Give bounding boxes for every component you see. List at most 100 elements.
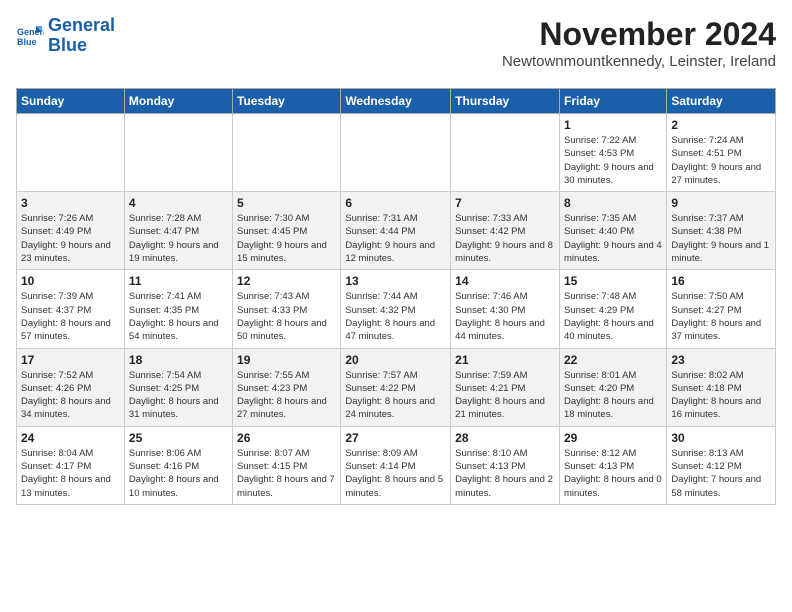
day-number: 20 [345, 353, 446, 367]
table-row: 30 Sunrise: 8:13 AM Sunset: 4:12 PM Dayli… [667, 426, 776, 504]
logo: General Blue General Blue [16, 16, 115, 56]
col-saturday: Saturday [667, 89, 776, 114]
day-info: Sunrise: 8:13 AM Sunset: 4:12 PM Dayligh… [671, 447, 771, 500]
day-number: 28 [455, 431, 555, 445]
table-row: 4 Sunrise: 7:28 AM Sunset: 4:47 PM Daylig… [124, 192, 232, 270]
table-row: 13 Sunrise: 7:44 AM Sunset: 4:32 PM Dayli… [341, 270, 451, 348]
day-number: 12 [237, 274, 336, 288]
table-row: 18 Sunrise: 7:54 AM Sunset: 4:25 PM Dayli… [124, 348, 232, 426]
day-info: Sunrise: 7:33 AM Sunset: 4:42 PM Dayligh… [455, 212, 555, 265]
day-info: Sunrise: 7:31 AM Sunset: 4:44 PM Dayligh… [345, 212, 446, 265]
table-row: 3 Sunrise: 7:26 AM Sunset: 4:49 PM Daylig… [17, 192, 125, 270]
col-wednesday: Wednesday [341, 89, 451, 114]
day-info: Sunrise: 7:26 AM Sunset: 4:49 PM Dayligh… [21, 212, 120, 265]
col-monday: Monday [124, 89, 232, 114]
table-row [341, 114, 451, 192]
day-number: 29 [564, 431, 662, 445]
day-number: 16 [671, 274, 771, 288]
table-row: 26 Sunrise: 8:07 AM Sunset: 4:15 PM Dayli… [233, 426, 341, 504]
day-info: Sunrise: 8:04 AM Sunset: 4:17 PM Dayligh… [21, 447, 120, 500]
month-title: November 2024 [502, 16, 776, 53]
table-row: 24 Sunrise: 8:04 AM Sunset: 4:17 PM Dayli… [17, 426, 125, 504]
day-info: Sunrise: 7:48 AM Sunset: 4:29 PM Dayligh… [564, 290, 662, 343]
day-number: 4 [129, 196, 228, 210]
day-info: Sunrise: 7:54 AM Sunset: 4:25 PM Dayligh… [129, 369, 228, 422]
calendar: Sunday Monday Tuesday Wednesday Thursday… [16, 88, 776, 505]
day-number: 15 [564, 274, 662, 288]
table-row [233, 114, 341, 192]
table-row: 21 Sunrise: 7:59 AM Sunset: 4:21 PM Dayli… [451, 348, 560, 426]
table-row: 28 Sunrise: 8:10 AM Sunset: 4:13 PM Dayli… [451, 426, 560, 504]
day-number: 5 [237, 196, 336, 210]
table-row: 17 Sunrise: 7:52 AM Sunset: 4:26 PM Dayli… [17, 348, 125, 426]
table-row: 8 Sunrise: 7:35 AM Sunset: 4:40 PM Daylig… [559, 192, 666, 270]
day-number: 7 [455, 196, 555, 210]
logo-line2: Blue [48, 36, 115, 56]
svg-text:Blue: Blue [17, 37, 37, 47]
table-row: 16 Sunrise: 7:50 AM Sunset: 4:27 PM Dayli… [667, 270, 776, 348]
day-number: 13 [345, 274, 446, 288]
day-info: Sunrise: 7:57 AM Sunset: 4:22 PM Dayligh… [345, 369, 446, 422]
table-row: 23Sunrise: 8:02 AM Sunset: 4:18 PM Dayli… [667, 348, 776, 426]
col-thursday: Thursday [451, 89, 560, 114]
day-info: Sunrise: 7:22 AM Sunset: 4:53 PM Dayligh… [564, 134, 662, 187]
day-info: Sunrise: 7:39 AM Sunset: 4:37 PM Dayligh… [21, 290, 120, 343]
table-row: 25Sunrise: 8:06 AM Sunset: 4:16 PM Dayli… [124, 426, 232, 504]
table-row [451, 114, 560, 192]
day-number: 30 [671, 431, 771, 445]
table-row: 11 Sunrise: 7:41 AM Sunset: 4:35 PM Dayli… [124, 270, 232, 348]
table-row: 10Sunrise: 7:39 AM Sunset: 4:37 PM Dayli… [17, 270, 125, 348]
day-number: 25 [129, 431, 228, 445]
day-number: 1 [564, 118, 662, 132]
day-number: 26 [237, 431, 336, 445]
day-info: Sunrise: 7:35 AM Sunset: 4:40 PM Dayligh… [564, 212, 662, 265]
day-info: Sunrise: 7:50 AM Sunset: 4:27 PM Dayligh… [671, 290, 771, 343]
day-info: Sunrise: 8:12 AM Sunset: 4:13 PM Dayligh… [564, 447, 662, 500]
logo-icon: General Blue [16, 22, 44, 50]
day-info: Sunrise: 7:59 AM Sunset: 4:21 PM Dayligh… [455, 369, 555, 422]
table-row: 27 Sunrise: 8:09 AM Sunset: 4:14 PM Dayli… [341, 426, 451, 504]
table-row: 7 Sunrise: 7:33 AM Sunset: 4:42 PM Daylig… [451, 192, 560, 270]
day-number: 23 [671, 353, 771, 367]
table-row: 1 Sunrise: 7:22 AM Sunset: 4:53 PM Daylig… [559, 114, 666, 192]
day-number: 17 [21, 353, 120, 367]
day-info: Sunrise: 7:30 AM Sunset: 4:45 PM Dayligh… [237, 212, 336, 265]
day-number: 21 [455, 353, 555, 367]
day-info: Sunrise: 7:28 AM Sunset: 4:47 PM Dayligh… [129, 212, 228, 265]
day-number: 24 [21, 431, 120, 445]
day-number: 3 [21, 196, 120, 210]
table-row: 15 Sunrise: 7:48 AM Sunset: 4:29 PM Dayli… [559, 270, 666, 348]
table-row: 20 Sunrise: 7:57 AM Sunset: 4:22 PM Dayli… [341, 348, 451, 426]
table-row: 19 Sunrise: 7:55 AM Sunset: 4:23 PM Dayli… [233, 348, 341, 426]
day-number: 18 [129, 353, 228, 367]
day-number: 9 [671, 196, 771, 210]
day-info: Sunrise: 7:55 AM Sunset: 4:23 PM Dayligh… [237, 369, 336, 422]
day-info: Sunrise: 7:24 AM Sunset: 4:51 PM Dayligh… [671, 134, 771, 187]
day-number: 27 [345, 431, 446, 445]
day-number: 19 [237, 353, 336, 367]
table-row: 5 Sunrise: 7:30 AM Sunset: 4:45 PM Daylig… [233, 192, 341, 270]
table-row: 22 Sunrise: 8:01 AM Sunset: 4:20 PM Dayli… [559, 348, 666, 426]
day-number: 22 [564, 353, 662, 367]
table-row: 6Sunrise: 7:31 AM Sunset: 4:44 PM Daylig… [341, 192, 451, 270]
day-number: 8 [564, 196, 662, 210]
day-info: Sunrise: 7:43 AM Sunset: 4:33 PM Dayligh… [237, 290, 336, 343]
day-info: Sunrise: 7:52 AM Sunset: 4:26 PM Dayligh… [21, 369, 120, 422]
table-row: 14Sunrise: 7:46 AM Sunset: 4:30 PM Dayli… [451, 270, 560, 348]
table-row: 29 Sunrise: 8:12 AM Sunset: 4:13 PM Dayli… [559, 426, 666, 504]
day-number: 11 [129, 274, 228, 288]
logo-line1: General [48, 16, 115, 36]
day-number: 14 [455, 274, 555, 288]
col-friday: Friday [559, 89, 666, 114]
day-info: Sunrise: 8:07 AM Sunset: 4:15 PM Dayligh… [237, 447, 336, 500]
day-info: Sunrise: 7:44 AM Sunset: 4:32 PM Dayligh… [345, 290, 446, 343]
day-info: Sunrise: 7:41 AM Sunset: 4:35 PM Dayligh… [129, 290, 228, 343]
col-tuesday: Tuesday [233, 89, 341, 114]
day-number: 2 [671, 118, 771, 132]
day-info: Sunrise: 8:01 AM Sunset: 4:20 PM Dayligh… [564, 369, 662, 422]
col-sunday: Sunday [17, 89, 125, 114]
day-info: Sunrise: 8:10 AM Sunset: 4:13 PM Dayligh… [455, 447, 555, 500]
title-section: November 2024 Newtownmountkennedy, Leins… [502, 16, 776, 78]
table-row [124, 114, 232, 192]
day-info: Sunrise: 8:09 AM Sunset: 4:14 PM Dayligh… [345, 447, 446, 500]
